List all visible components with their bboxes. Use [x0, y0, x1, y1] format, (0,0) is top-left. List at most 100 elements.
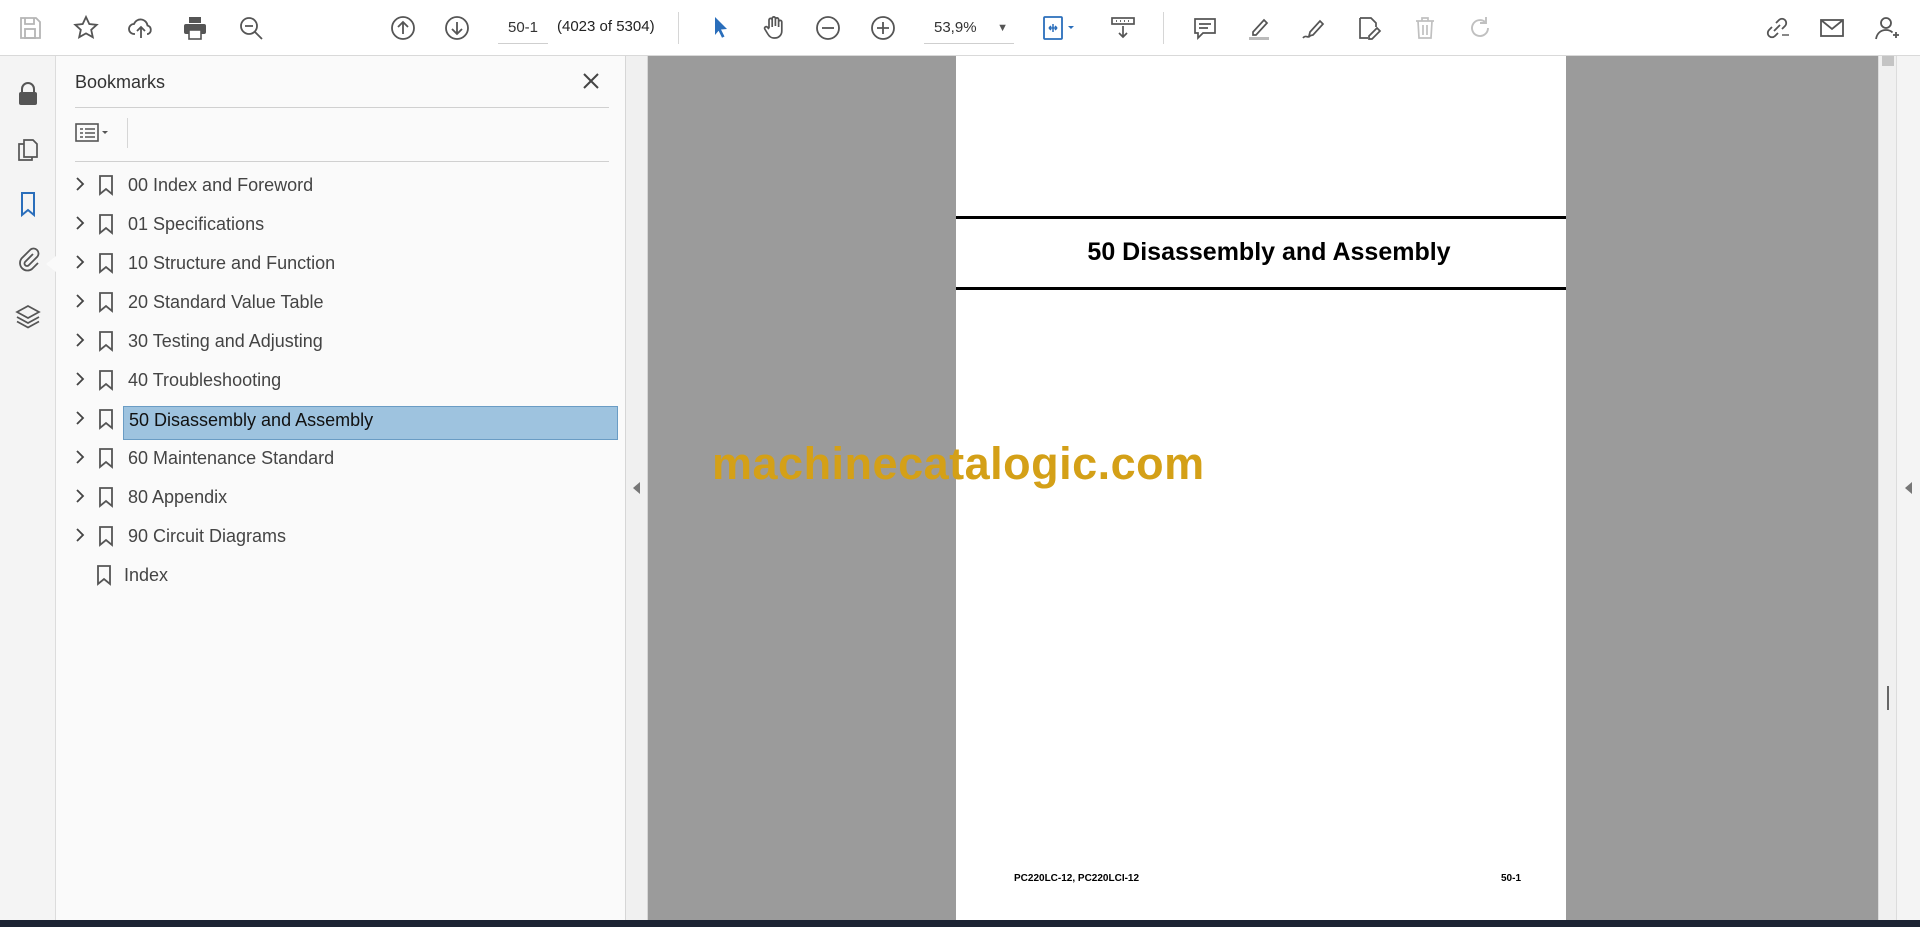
footer-model: PC220LC-12, PC220LCI-12 [1014, 873, 1140, 884]
toolbar-divider [1163, 12, 1164, 44]
right-panel-expand-handle[interactable] [1896, 56, 1920, 920]
page-number-input[interactable] [498, 12, 548, 44]
close-icon[interactable] [576, 66, 606, 96]
print-icon[interactable] [175, 8, 215, 48]
edit-pdf-icon[interactable] [1349, 8, 1389, 48]
bookmark-label: 90 Circuit Diagrams [128, 526, 287, 546]
options-list-icon [75, 123, 108, 142]
zoom-level-value: 53,9% [934, 19, 977, 36]
vertical-scrollbar[interactable] [1878, 56, 1896, 920]
bookmark-item[interactable]: 30 Testing and Adjusting [56, 321, 626, 360]
title-rule-top [956, 216, 1566, 219]
expand-left-icon [1905, 482, 1912, 494]
bookmark-item[interactable]: 60 Maintenance Standard [56, 438, 626, 477]
bookmark-label: 30 Testing and Adjusting [128, 331, 323, 351]
panel-collapse-handle[interactable] [626, 56, 648, 920]
chevron-right-icon[interactable] [71, 487, 89, 505]
bookmark-item[interactable]: 10 Structure and Function [56, 243, 626, 282]
bookmark-label: 01 Specifications [128, 214, 265, 234]
bookmark-options-button[interactable] [74, 118, 120, 148]
footer-page-number: 50-1 [1501, 873, 1522, 884]
left-tools-rail [0, 56, 56, 920]
attachments-icon[interactable] [8, 238, 48, 278]
bookmark-icon [99, 253, 113, 274]
active-panel-pointer [46, 256, 56, 272]
bookmark-item[interactable]: 80 Appendix [56, 477, 626, 516]
chevron-right-icon[interactable] [71, 253, 89, 271]
zoom-in-icon[interactable] [863, 8, 903, 48]
chevron-right-icon[interactable] [71, 448, 89, 466]
chapter-title: 50 Disassembly and Assembly [1087, 238, 1451, 266]
bookmark-icon [99, 526, 113, 547]
panel-title: Bookmarks [75, 72, 166, 92]
star-icon[interactable] [66, 8, 106, 48]
main-toolbar: (4023 of 5304) 53,9% ▼ [0, 0, 1920, 56]
panel-divider [75, 107, 609, 108]
bookmark-list: 00 Index and Foreword 01 Specifications 10… [56, 165, 626, 594]
bookmark-icon [99, 487, 113, 508]
hand-tool-icon[interactable] [754, 8, 794, 48]
chevron-right-icon[interactable] [71, 175, 89, 193]
lock-icon[interactable] [8, 74, 48, 114]
select-cursor-icon[interactable] [700, 8, 740, 48]
bookmarks-panel: Bookmarks 00 Index and Foreword 01 Specif… [56, 56, 626, 920]
panel-divider [75, 161, 609, 162]
bookmark-icon [99, 292, 113, 313]
bookmark-icon [97, 565, 111, 586]
scrollbar-thumb[interactable] [1882, 56, 1894, 66]
bookmark-item[interactable]: 20 Standard Value Table [56, 282, 626, 321]
bookmark-icon [99, 370, 113, 391]
previous-page-icon[interactable] [383, 8, 423, 48]
delete-icon[interactable] [1405, 8, 1445, 48]
zoom-level-dropdown[interactable]: 53,9% ▼ [924, 12, 1014, 44]
bookmark-label: 80 Appendix [128, 487, 228, 507]
bookmark-icon [99, 175, 113, 196]
watermark-text: machinecatalogic.com [712, 438, 1205, 489]
draw-sign-icon[interactable] [1294, 8, 1334, 48]
scroll-mode-icon[interactable] [1103, 8, 1143, 48]
account-icon[interactable] [1867, 8, 1907, 48]
fit-page-icon[interactable] [1034, 8, 1084, 48]
chevron-right-icon[interactable] [71, 526, 89, 544]
chevron-right-icon[interactable] [71, 409, 89, 427]
bookmark-icon [99, 331, 113, 352]
scrollbar-grip[interactable] [1887, 686, 1889, 710]
comment-icon[interactable] [1185, 8, 1225, 48]
layers-icon[interactable] [8, 296, 48, 336]
toolbar-divider [678, 12, 679, 44]
chevron-down-icon: ▼ [997, 21, 1008, 34]
bookmarks-icon[interactable] [8, 184, 48, 224]
chevron-right-icon[interactable] [71, 214, 89, 232]
bookmark-label: 40 Troubleshooting [128, 370, 282, 390]
bookmark-icon [99, 214, 113, 235]
bookmark-label: 50 Disassembly and Assembly [123, 406, 618, 440]
bookmark-label: 20 Standard Value Table [128, 292, 324, 312]
bookmark-label: 00 Index and Foreword [128, 175, 314, 195]
share-link-icon[interactable] [1757, 8, 1797, 48]
save-icon[interactable] [10, 8, 50, 48]
next-page-icon[interactable] [437, 8, 477, 48]
chevron-right-icon[interactable] [71, 292, 89, 310]
bookmark-icon [99, 409, 113, 430]
chevron-right-icon[interactable] [71, 370, 89, 388]
bookmark-item[interactable]: 00 Index and Foreword [56, 165, 626, 204]
bookmark-item[interactable]: 40 Troubleshooting [56, 360, 626, 399]
page-thumbnails-icon[interactable] [8, 130, 48, 170]
bookmark-item[interactable]: 01 Specifications [56, 204, 626, 243]
zoom-search-icon[interactable] [231, 8, 271, 48]
bookmark-label: Index [124, 565, 169, 585]
bookmark-label: 10 Structure and Function [128, 253, 336, 273]
email-icon[interactable] [1812, 8, 1852, 48]
bookmark-item[interactable]: 90 Circuit Diagrams [56, 516, 626, 555]
cloud-upload-icon[interactable] [121, 8, 161, 48]
rotate-icon[interactable] [1460, 8, 1500, 48]
zoom-out-icon[interactable] [808, 8, 848, 48]
collapse-left-icon [633, 482, 640, 494]
bookmark-item[interactable]: 50 Disassembly and Assembly [56, 399, 626, 440]
title-rule-bottom [956, 287, 1566, 290]
page-count-label: (4023 of 5304) [557, 18, 655, 35]
highlight-icon[interactable] [1239, 8, 1279, 48]
chevron-right-icon[interactable] [71, 331, 89, 349]
bookmark-item[interactable]: Index [56, 555, 626, 594]
os-taskbar-edge [0, 920, 1920, 927]
